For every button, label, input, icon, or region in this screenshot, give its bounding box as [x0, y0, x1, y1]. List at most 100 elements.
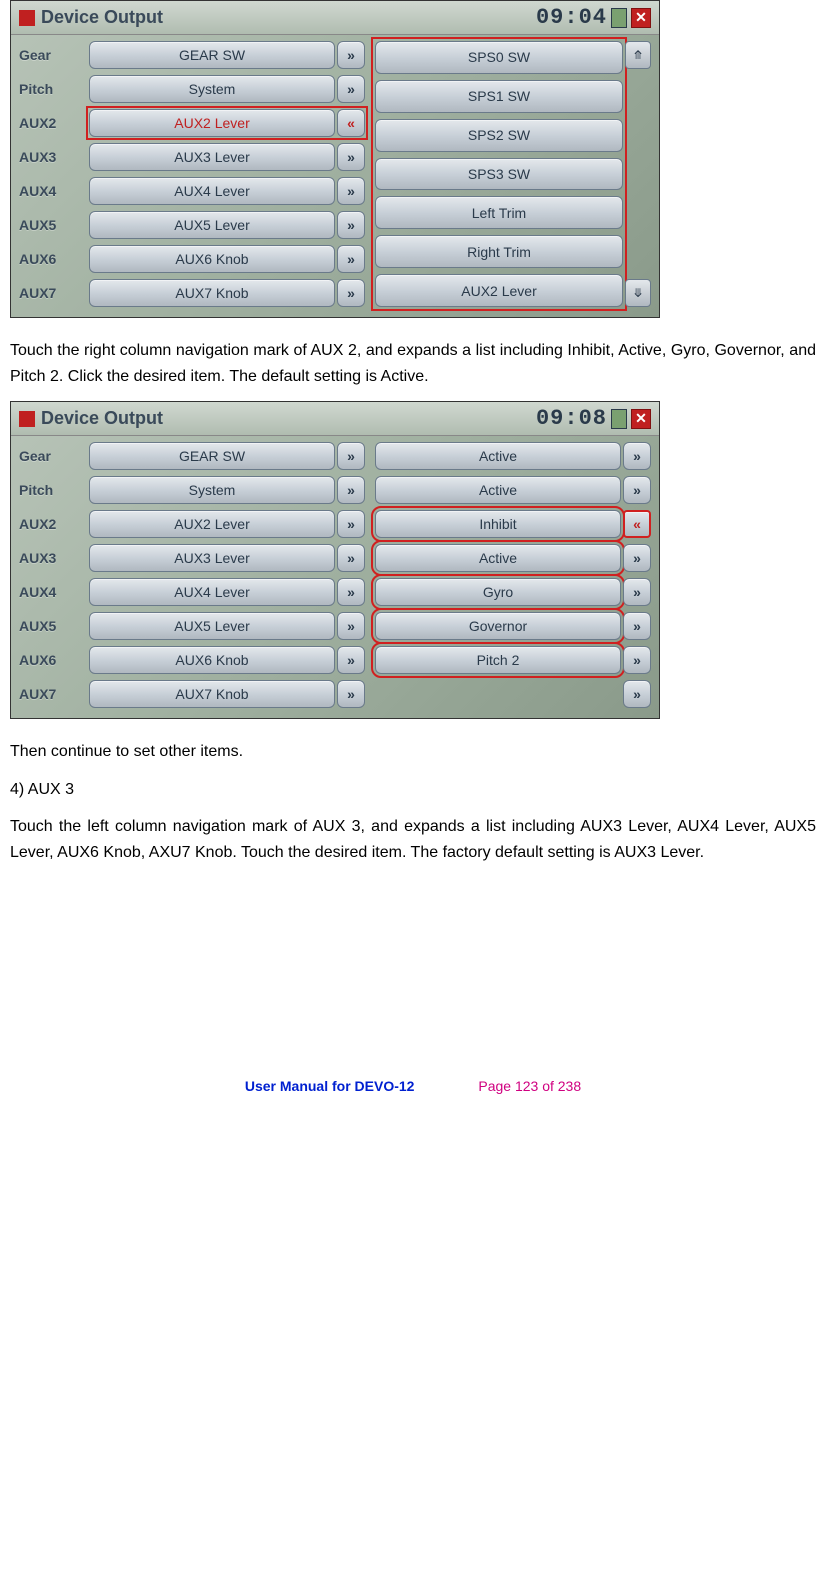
opt-sps2-sw[interactable]: SPS2 SW — [375, 119, 623, 152]
nav-right-0[interactable]: » — [623, 442, 651, 470]
close-icon[interactable]: ✕ — [631, 409, 651, 429]
opt-aux2-lever[interactable]: AUX2 Lever — [375, 274, 623, 307]
nav-aux6[interactable]: » — [337, 646, 365, 674]
flag-icon — [19, 411, 35, 427]
opt-left-trim[interactable]: Left Trim — [375, 196, 623, 229]
btn-aux4-lever[interactable]: AUX4 Lever — [89, 177, 335, 205]
window-title: Device Output — [41, 7, 536, 28]
nav-aux4[interactable]: » — [337, 177, 365, 205]
label-gear: Gear — [19, 442, 79, 470]
opt-sps1-sw[interactable]: SPS1 SW — [375, 80, 623, 113]
opt-active[interactable]: Active — [375, 544, 621, 572]
nav-aux2[interactable]: » — [337, 510, 365, 538]
btn-aux6-knob[interactable]: AUX6 Knob — [89, 646, 335, 674]
nav-right-7[interactable]: » — [623, 680, 651, 708]
nav-aux5[interactable]: » — [337, 612, 365, 640]
page-footer: User Manual for DEVO-12 Page 123 of 238 — [10, 878, 816, 1114]
nav-aux5[interactable]: » — [337, 211, 365, 239]
label-aux7: AUX7 — [19, 279, 79, 307]
nav-aux3[interactable]: » — [337, 143, 365, 171]
nav-right-6[interactable]: » — [623, 646, 651, 674]
btn-system[interactable]: System — [89, 476, 335, 504]
scroll-up-icon[interactable]: ⤊ — [625, 41, 651, 69]
label-aux4: AUX4 — [19, 578, 79, 606]
btn-aux7-knob[interactable]: AUX7 Knob — [89, 680, 335, 708]
nav-gear[interactable]: » — [337, 442, 365, 470]
nav-right-5[interactable]: » — [623, 612, 651, 640]
label-pitch: Pitch — [19, 75, 79, 103]
label-gear: Gear — [19, 41, 79, 69]
paragraph-aux2-desc: Touch the right column navigation mark o… — [10, 338, 816, 389]
clock-display: 09:08 — [536, 406, 607, 431]
opt-pitch2[interactable]: Pitch 2 — [375, 646, 621, 674]
paragraph-continue: Then continue to set other items. — [10, 739, 816, 765]
btn-aux3-lever[interactable]: AUX3 Lever — [89, 544, 335, 572]
btn-aux6-knob[interactable]: AUX6 Knob — [89, 245, 335, 273]
nav-aux3[interactable]: » — [337, 544, 365, 572]
label-pitch: Pitch — [19, 476, 79, 504]
opt-inhibit[interactable]: Inhibit — [375, 510, 621, 538]
battery-icon — [611, 8, 627, 28]
right-button-column: Active» Active» Inhibit« Active» Gyro» G… — [375, 442, 651, 708]
btn-active-pitch[interactable]: Active — [375, 476, 621, 504]
btn-aux2-lever[interactable]: AUX2 Lever — [89, 510, 335, 538]
battery-icon — [611, 409, 627, 429]
heading-aux3: 4) AUX 3 — [10, 777, 816, 803]
opt-gyro[interactable]: Gyro — [375, 578, 621, 606]
nav-right-3[interactable]: » — [623, 544, 651, 572]
opt-sps0-sw[interactable]: SPS0 SW — [375, 41, 623, 74]
btn-gear-sw[interactable]: GEAR SW — [89, 41, 335, 69]
btn-aux2-lever[interactable]: AUX2 Lever — [89, 109, 335, 137]
btn-aux5-lever[interactable]: AUX5 Lever — [89, 211, 335, 239]
label-aux4: AUX4 — [19, 177, 79, 205]
nav-right-4[interactable]: » — [623, 578, 651, 606]
label-aux7: AUX7 — [19, 680, 79, 708]
screenshot-device-output-1: Device Output 09:04 ✕ Gear Pitch AUX2 AU… — [10, 0, 660, 318]
btn-active-gear[interactable]: Active — [375, 442, 621, 470]
label-aux3: AUX3 — [19, 544, 79, 572]
label-aux6: AUX6 — [19, 646, 79, 674]
label-aux5: AUX5 — [19, 211, 79, 239]
btn-aux3-lever[interactable]: AUX3 Lever — [89, 143, 335, 171]
btn-gear-sw[interactable]: GEAR SW — [89, 442, 335, 470]
label-aux6: AUX6 — [19, 245, 79, 273]
window-header: Device Output 09:08 ✕ — [11, 402, 659, 436]
window-header: Device Output 09:04 ✕ — [11, 1, 659, 35]
left-button-column: GEAR SW» System» AUX2 Lever« AUX3 Lever»… — [89, 41, 365, 307]
right-dropdown-list: SPS0 SW SPS1 SW SPS2 SW SPS3 SW Left Tri… — [375, 41, 623, 307]
label-aux2: AUX2 — [19, 510, 79, 538]
nav-pitch[interactable]: » — [337, 476, 365, 504]
nav-right-1[interactable]: » — [623, 476, 651, 504]
btn-aux4-lever[interactable]: AUX4 Lever — [89, 578, 335, 606]
close-icon[interactable]: ✕ — [631, 8, 651, 28]
nav-gear[interactable]: » — [337, 41, 365, 69]
right-scroll-nav: ⤊ ⤋ — [625, 41, 651, 307]
opt-sps3-sw[interactable]: SPS3 SW — [375, 158, 623, 191]
btn-system[interactable]: System — [89, 75, 335, 103]
row-labels: Gear Pitch AUX2 AUX3 AUX4 AUX5 AUX6 AUX7 — [19, 442, 79, 708]
nav-aux6[interactable]: » — [337, 245, 365, 273]
label-aux5: AUX5 — [19, 612, 79, 640]
screenshot-device-output-2: Device Output 09:08 ✕ Gear Pitch AUX2 AU… — [10, 401, 660, 719]
footer-manual-title: User Manual for DEVO-12 — [245, 1078, 415, 1094]
opt-right-trim[interactable]: Right Trim — [375, 235, 623, 268]
row-labels: Gear Pitch AUX2 AUX3 AUX4 AUX5 AUX6 AUX7 — [19, 41, 79, 307]
label-aux2: AUX2 — [19, 109, 79, 137]
scroll-down-icon[interactable]: ⤋ — [625, 279, 651, 307]
footer-page-number: Page 123 of 238 — [478, 1078, 581, 1094]
paragraph-aux3-desc: Touch the left column navigation mark of… — [10, 814, 816, 865]
btn-aux5-lever[interactable]: AUX5 Lever — [89, 612, 335, 640]
nav-aux7[interactable]: » — [337, 680, 365, 708]
nav-pitch[interactable]: » — [337, 75, 365, 103]
nav-aux2[interactable]: « — [337, 109, 365, 137]
window-title: Device Output — [41, 408, 536, 429]
nav-aux4[interactable]: » — [337, 578, 365, 606]
nav-aux7[interactable]: » — [337, 279, 365, 307]
label-aux3: AUX3 — [19, 143, 79, 171]
flag-icon — [19, 10, 35, 26]
left-button-column: GEAR SW» System» AUX2 Lever» AUX3 Lever»… — [89, 442, 365, 708]
clock-display: 09:04 — [536, 5, 607, 30]
nav-right-2[interactable]: « — [623, 510, 651, 538]
btn-aux7-knob[interactable]: AUX7 Knob — [89, 279, 335, 307]
opt-governor[interactable]: Governor — [375, 612, 621, 640]
